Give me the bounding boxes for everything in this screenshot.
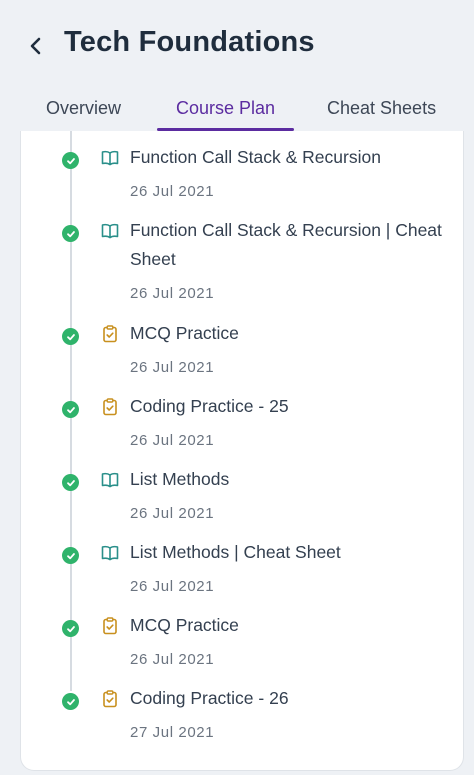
item-title: Coding Practice - 26 xyxy=(130,688,289,708)
clipboard-check-icon xyxy=(103,398,117,416)
back-button[interactable] xyxy=(22,30,50,62)
check-icon xyxy=(62,547,79,564)
item-date: 26 Jul 2021 xyxy=(130,505,215,522)
tab-course-plan[interactable]: Course Plan xyxy=(157,98,294,132)
check-icon xyxy=(62,474,79,491)
page-title: Tech Foundations xyxy=(64,26,315,58)
check-icon xyxy=(62,152,79,169)
item-date: 26 Jul 2021 xyxy=(130,432,215,449)
item-title: MCQ Practice xyxy=(130,615,239,635)
item-date: 26 Jul 2021 xyxy=(130,359,215,376)
item-title: MCQ Practice xyxy=(130,323,239,343)
list-item[interactable]: Function Call Stack & Recursion | Cheat … xyxy=(21,216,465,306)
book-icon xyxy=(101,150,119,166)
check-icon xyxy=(62,620,79,637)
clipboard-check-icon xyxy=(103,690,117,708)
course-plan-list: Function Call Stack & Recursion 26 Jul 2… xyxy=(20,131,464,771)
tab-overview[interactable]: Overview xyxy=(46,98,121,132)
tab-bar: Overview Course Plan Cheat Sheets xyxy=(0,90,474,132)
check-icon xyxy=(62,693,79,710)
item-date: 26 Jul 2021 xyxy=(130,578,215,595)
item-title: Coding Practice - 25 xyxy=(130,396,289,416)
list-item[interactable]: List Methods 26 Jul 2021 xyxy=(21,465,465,525)
list-item[interactable]: Coding Practice - 25 26 Jul 2021 xyxy=(21,392,465,452)
check-icon xyxy=(62,401,79,418)
item-title: Function Call Stack & Recursion xyxy=(130,147,381,167)
list-item[interactable]: List Methods | Cheat Sheet 26 Jul 2021 xyxy=(21,538,465,598)
list-item[interactable]: Coding Practice - 26 27 Jul 2021 xyxy=(21,684,465,744)
chevron-left-icon xyxy=(30,37,41,55)
item-title: List Methods | Cheat Sheet xyxy=(130,542,341,562)
check-icon xyxy=(62,225,79,242)
item-title: Function Call Stack & Recursion | Cheat … xyxy=(130,220,442,269)
book-icon xyxy=(101,545,119,561)
list-item[interactable]: MCQ Practice 26 Jul 2021 xyxy=(21,319,465,379)
header: Tech Foundations xyxy=(0,0,474,90)
book-icon xyxy=(101,472,119,488)
list-item[interactable]: Function Call Stack & Recursion 26 Jul 2… xyxy=(21,143,465,203)
clipboard-check-icon xyxy=(103,617,117,635)
book-icon xyxy=(101,223,119,239)
item-title: List Methods xyxy=(130,469,230,489)
item-date: 26 Jul 2021 xyxy=(130,651,215,668)
check-icon xyxy=(62,328,79,345)
item-date: 26 Jul 2021 xyxy=(130,183,215,200)
clipboard-check-icon xyxy=(103,325,117,343)
item-date: 27 Jul 2021 xyxy=(130,724,215,741)
list-item[interactable]: MCQ Practice 26 Jul 2021 xyxy=(21,611,465,671)
tab-cheat-sheets[interactable]: Cheat Sheets xyxy=(327,98,436,132)
item-date: 26 Jul 2021 xyxy=(130,285,215,302)
